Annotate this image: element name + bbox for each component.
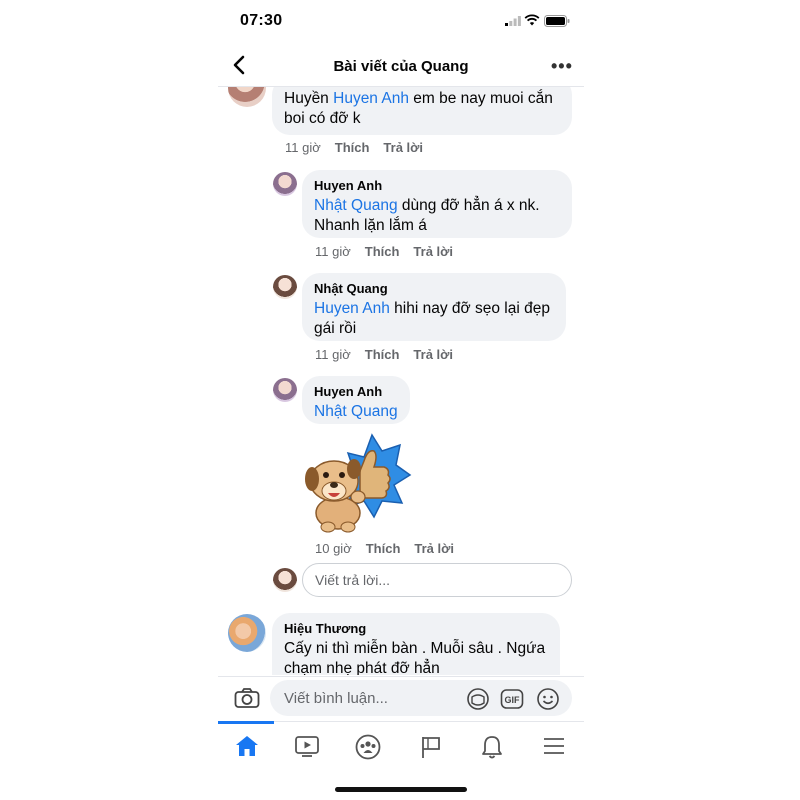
comment-input[interactable]: Viết bình luận... GIF (270, 680, 572, 716)
comment-meta: 11 giờ Thích Trả lời (315, 244, 467, 259)
battery-icon (544, 15, 570, 27)
post-header: Bài viết của Quang ••• (218, 44, 584, 87)
comment-text-prefix: Huyền (284, 90, 334, 107)
comment-author[interactable]: Huyen Anh (314, 178, 560, 193)
comment-author[interactable]: Hiệu Thương (284, 621, 548, 636)
comment-text: Nhật Quang (314, 402, 398, 422)
comment-bubble: Hiệu Thương Cấy ni thì miễn bàn . Muỗi s… (272, 613, 560, 675)
comment-meta: 11 giờ Thích Trả lời (285, 140, 437, 155)
like-button[interactable]: Thích (335, 140, 370, 155)
page-title: Bài viết của Quang (333, 58, 469, 75)
avatar[interactable] (228, 87, 266, 107)
mention-link[interactable]: Nhật Quang (314, 403, 398, 420)
comment-bubble: Huyền Huyen Anh em be nay muoi cắn boi c… (272, 87, 572, 135)
reply-button[interactable]: Trả lời (414, 541, 454, 556)
comment-bubble: Nhật Quang Huyen Anh hihi nay đỡ sẹo lại… (302, 273, 566, 341)
comment-bubble: Huyen Anh Nhật Quang dùng đỡ hẳn á x nk.… (302, 170, 572, 238)
like-button[interactable]: Thích (365, 244, 400, 259)
comment-placeholder: Viết bình luận... (284, 690, 388, 707)
comment-text: Cấy ni thì miễn bàn . Muỗi sâu . Ngứa ch… (284, 640, 546, 675)
comment-time: 10 giờ (315, 541, 352, 556)
comment-author[interactable]: Nhật Quang (314, 281, 554, 296)
cellular-signal-icon (505, 16, 521, 26)
home-indicator[interactable] (335, 787, 467, 792)
like-button[interactable]: Thích (366, 541, 401, 556)
groups-icon[interactable] (355, 734, 381, 760)
comment-meta: 10 giờ Thích Trả lời (315, 541, 468, 556)
mention-link[interactable]: Huyen Anh (314, 300, 390, 317)
video-icon[interactable] (294, 734, 320, 758)
comment-time: 11 giờ (315, 244, 351, 259)
avatar[interactable] (273, 172, 297, 196)
avatar[interactable] (273, 275, 297, 299)
comment-author[interactable]: Huyen Anh (314, 384, 398, 399)
avatar (273, 568, 297, 592)
sticker-icon[interactable] (466, 687, 490, 711)
active-tab-indicator (218, 721, 274, 724)
reply-placeholder: Viết trả lời... (315, 572, 391, 588)
more-options-icon[interactable]: ••• (551, 56, 573, 77)
comments-thread: Huyền Huyen Anh em be nay muoi cắn boi c… (218, 87, 584, 675)
reply-button[interactable]: Trả lời (413, 244, 453, 259)
mention-link[interactable]: Huyen Anh (333, 90, 409, 107)
home-icon[interactable] (234, 734, 260, 758)
status-time: 07:30 (240, 12, 283, 29)
reply-button[interactable]: Trả lời (383, 140, 423, 155)
notifications-bell-icon[interactable] (480, 734, 504, 760)
reply-button[interactable]: Trả lời (413, 347, 453, 362)
comment-meta: 11 giờ Thích Trả lời (315, 347, 467, 362)
pages-flag-icon[interactable] (418, 734, 444, 760)
svg-text:GIF: GIF (505, 695, 521, 705)
wifi-icon (524, 14, 540, 26)
emoji-icon[interactable] (536, 687, 560, 711)
comment-text: Huyen Anh hihi nay đỡ sẹo lại đẹp gái rồ… (314, 299, 554, 339)
avatar[interactable] (273, 378, 297, 402)
comment-time: 11 giờ (315, 347, 351, 362)
like-button[interactable]: Thích (365, 347, 400, 362)
avatar[interactable] (228, 614, 266, 652)
comment-bubble: Huyen Anh Nhật Quang (302, 376, 410, 424)
comment-text: Nhật Quang dùng đỡ hẳn á x nk. Nhanh lặn… (314, 196, 560, 236)
dog-thumbs-up-sticker[interactable] (302, 431, 412, 535)
mention-link[interactable]: Nhật Quang (314, 197, 398, 214)
camera-icon[interactable] (234, 687, 260, 709)
comment-time: 11 giờ (285, 140, 321, 155)
comment-text: Huyền Huyen Anh em be nay muoi cắn boi c… (284, 89, 560, 129)
menu-icon[interactable] (542, 734, 566, 758)
reply-input[interactable]: Viết trả lời... (302, 563, 572, 597)
bottom-tab-bar (218, 721, 584, 772)
gif-icon[interactable]: GIF (500, 687, 524, 711)
phone-screen: 07:30 Bài viết của Quang ••• Huyền Huyen… (218, 0, 584, 800)
comment-composer: Viết bình luận... GIF (218, 676, 584, 721)
